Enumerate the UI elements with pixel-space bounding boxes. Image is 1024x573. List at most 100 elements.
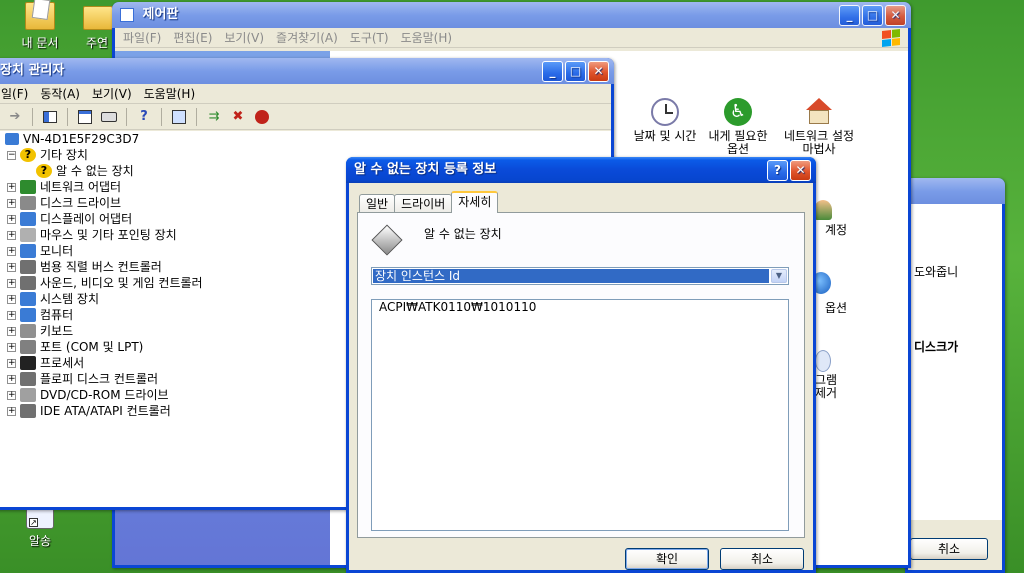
menu-item[interactable]: 편집(E) [167,29,218,46]
menu-item[interactable]: 보기(V) [86,85,138,102]
help-icon[interactable]: ? [134,107,154,127]
close-button[interactable]: ✕ [790,160,811,181]
tab-general[interactable]: 일반 [359,194,396,213]
expand-icon[interactable]: + [7,214,16,224]
tree-item[interactable]: + 디스플레이 어댑터 [7,211,132,227]
cp-item-user-accounts[interactable]: 계정 [811,200,851,237]
tree-item[interactable]: + IDE ATA/ATAPI 컨트롤러 [7,403,171,419]
cp-item-date-time[interactable]: 날짜 및 시간 [627,98,703,143]
background-window-titlebar[interactable] [905,178,1005,204]
tree-item[interactable]: + 포트 (COM 및 LPT) [7,339,143,355]
tree-item[interactable]: + DVD/CD-ROM 드라이브 [7,387,169,403]
tree-item-label: 컴퓨터 [40,308,74,322]
scan-hardware-icon[interactable] [169,107,189,127]
desktop-icon-alsong[interactable]: ↗ 알송 [18,505,62,549]
tree-item[interactable]: + 프로세서 [7,355,84,371]
cp-item-accessibility[interactable]: ♿ 내게 필요한 옵션 [703,98,773,156]
device-manager-title: 장치 관리자 [0,63,65,78]
expand-icon[interactable]: + [7,198,16,208]
properties-icon[interactable] [75,107,95,127]
dialog-title: 알 수 없는 장치 등록 정보 [354,162,497,177]
ok-button[interactable]: 확인 [625,548,709,570]
details-panel: 알 수 없는 장치 장치 인스턴스 Id ▼ ACPI₩ATK0110₩1010… [357,212,805,538]
minimize-button[interactable]: _ [839,5,860,26]
property-value-list[interactable]: ACPI₩ATK0110₩1010110 [371,299,789,531]
cp-item-regional[interactable]: 옵션 [811,272,851,315]
desktop-icon-my-documents[interactable]: 내 문서 [14,0,66,51]
tab-driver[interactable]: 드라이버 [394,194,453,213]
tree-root-computer[interactable]: VN-4D1E5F29C3D7 [5,131,139,147]
computer-icon [5,133,19,145]
help-button[interactable]: ? [767,160,788,181]
background-window[interactable]: 도와줍니 디스크가 취소 [905,178,1005,573]
tree-item[interactable]: + 사운드, 비디오 및 게임 컨트롤러 [7,275,203,291]
tree-item[interactable]: + 키보드 [7,323,73,339]
desktop-icon-folder[interactable]: 주연 [80,2,116,51]
tree-item-label: 시스템 장치 [40,292,100,306]
minimize-button[interactable]: _ [542,61,563,82]
property-select[interactable]: 장치 인스턴스 Id ▼ [371,267,789,285]
collapse-icon[interactable]: − [7,150,16,160]
disable-device-icon[interactable]: ✖ [228,107,248,127]
menu-item[interactable]: 동작(A) [34,85,86,102]
back-arrow-icon[interactable]: ➔ [5,107,25,127]
expand-icon[interactable]: + [7,246,16,256]
tree-item[interactable]: + 디스크 드라이브 [7,195,121,211]
tree-item[interactable]: ? 알 수 없는 장치 [36,163,134,179]
properties-pane-icon[interactable] [40,107,60,127]
tree-item[interactable]: + 시스템 장치 [7,291,99,307]
cancel-button[interactable]: 취소 [720,548,804,570]
menu-item[interactable]: 도구(T) [344,29,395,46]
dialog-tabs: 일반 드라이버 자세히 [359,191,499,213]
tree-item[interactable]: + 마우스 및 기타 포인팅 장치 [7,227,177,243]
background-cancel-button[interactable]: 취소 [910,538,988,560]
device-manager-titlebar[interactable]: 장치 관리자 _ □ ✕ [0,58,614,84]
tree-item[interactable]: + 플로피 디스크 컨트롤러 [7,371,158,387]
tree-item[interactable]: −? 기타 장치 [7,147,88,163]
expand-icon[interactable]: + [7,230,16,240]
expand-icon[interactable]: + [7,262,16,272]
chevron-down-icon[interactable]: ▼ [771,269,787,283]
uninstall-device-icon[interactable] [252,107,272,127]
expand-icon[interactable]: + [7,406,16,416]
tree-item[interactable]: + 범용 직렬 버스 컨트롤러 [7,259,162,275]
tree-item-label: 키보드 [40,324,74,338]
cp-item-add-remove[interactable]: 그램 제거 [811,350,851,400]
menu-item[interactable]: 도움말(H) [395,29,459,46]
control-panel-titlebar[interactable]: 제어판 _ □ ✕ [112,2,911,28]
tree-item-label: 사운드, 비디오 및 게임 컨트롤러 [40,276,203,290]
menu-item[interactable]: 보기(V) [218,29,270,46]
print-icon[interactable] [99,107,119,127]
unknown-device-icon: ? [36,164,52,178]
unknown-device-icon: ? [20,148,36,162]
update-driver-icon[interactable]: ⇉ [204,107,224,127]
dialog-titlebar[interactable]: 알 수 없는 장치 등록 정보 ? ✕ [346,157,816,183]
expand-icon[interactable]: + [7,390,16,400]
expand-icon[interactable]: + [7,278,16,288]
close-button[interactable]: ✕ [885,5,906,26]
property-select-value: 장치 인스턴스 Id [373,269,769,283]
expand-icon[interactable]: + [7,294,16,304]
tree-item[interactable]: + 모니터 [7,243,73,259]
property-value[interactable]: ACPI₩ATK0110₩1010110 [379,300,536,314]
cp-item-label: 내게 필요한 옵션 [708,129,768,156]
expand-icon[interactable]: + [7,326,16,336]
tree-item-label: 모니터 [40,244,74,258]
menu-item[interactable]: 즐겨찾기(A) [270,29,344,46]
menu-item[interactable]: 도움말(H) [138,85,202,102]
tab-details[interactable]: 자세히 [451,191,499,213]
menu-item[interactable]: 일(F) [0,85,34,102]
cp-item-network-wizard[interactable]: 네트워크 설정 마법사 [783,98,855,156]
expand-icon[interactable]: + [7,374,16,384]
tree-item[interactable]: + 컴퓨터 [7,307,73,323]
expand-icon[interactable]: + [7,182,16,192]
maximize-button[interactable]: □ [565,61,586,82]
expand-icon[interactable]: + [7,358,16,368]
expand-icon[interactable]: + [7,310,16,320]
tree-item[interactable]: + 네트워크 어댑터 [7,179,121,195]
menu-item[interactable]: 파일(F) [117,29,167,46]
close-button[interactable]: ✕ [588,61,609,82]
expand-icon[interactable]: + [7,342,16,352]
maximize-button[interactable]: □ [862,5,883,26]
properties-dialog[interactable]: 알 수 없는 장치 등록 정보 ? ✕ 일반 드라이버 자세히 알 수 없는 장… [346,157,816,573]
